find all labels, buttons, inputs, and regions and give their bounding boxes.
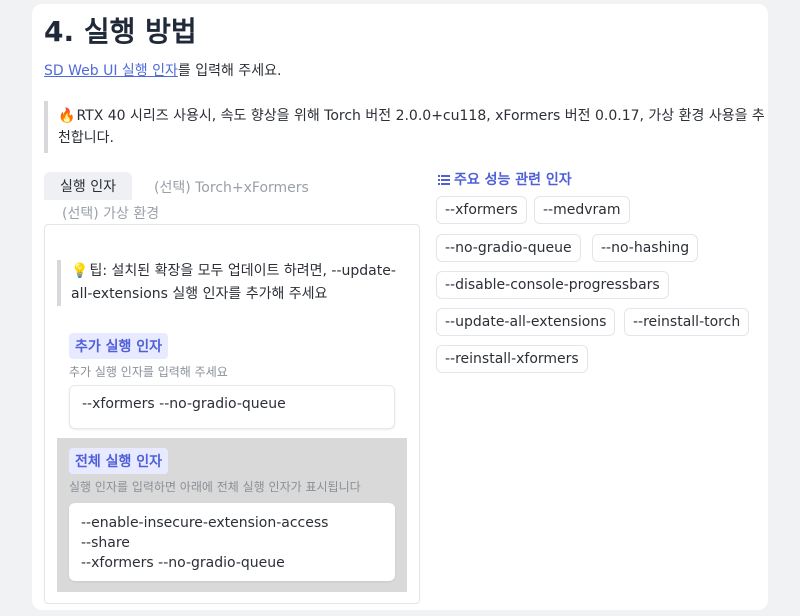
lightbulb-icon: 💡 [71, 263, 89, 279]
extra-args-hint: 추가 실행 인자를 입력해 주세요 [69, 365, 228, 379]
performance-heading: 주요 성능 관련 인자 [438, 169, 572, 189]
performance-title: 주요 성능 관련 인자 [454, 172, 572, 188]
args-link[interactable]: SD Web UI 실행 인자 [44, 63, 178, 79]
extra-args-label: 추가 실행 인자 [69, 333, 169, 359]
chip-no-gradio-queue[interactable]: --no-gradio-queue [436, 234, 581, 262]
tab-torch-xformers[interactable]: (선택) Torch+xFormers [154, 177, 309, 197]
intro-line: SD Web UI 실행 인자를 입력해 주세요. [44, 60, 281, 80]
fire-icon: 🔥 [58, 108, 76, 124]
args-panel: 💡 팁: 설치된 확장을 모두 업데이트 하려면, --update-all-e… [44, 224, 420, 604]
tip-text: 팁: 설치된 확장을 모두 업데이트 하려면, --update-all-ext… [71, 263, 396, 302]
tab-args[interactable]: 실행 인자 [44, 172, 132, 200]
tab-venv[interactable]: (선택) 가상 환경 [62, 203, 159, 223]
extra-args-group: 추가 실행 인자 추가 실행 인자를 입력해 주세요 [69, 333, 228, 380]
tip-callout: 💡 팁: 설치된 확장을 모두 업데이트 하려면, --update-all-e… [57, 260, 411, 306]
page-title: 4. 실행 방법 [44, 15, 197, 48]
chip-disable-console-progressbars[interactable]: --disable-console-progressbars [436, 271, 669, 299]
extra-args-input[interactable]: --xformers --no-gradio-queue [69, 385, 395, 429]
full-args-hint: 실행 인자를 입력하면 아래에 전체 실행 인자가 표시됩니다 [69, 480, 361, 494]
list-icon [438, 175, 450, 185]
full-args-area: 전체 실행 인자 실행 인자를 입력하면 아래에 전체 실행 인자가 표시됩니다… [57, 438, 407, 592]
chip-reinstall-torch[interactable]: --reinstall-torch [624, 308, 750, 336]
full-args-output[interactable]: --enable-insecure-extension-access --sha… [69, 503, 395, 581]
chip-xformers[interactable]: --xformers [436, 196, 527, 224]
callout-text: RTX 40 시리즈 사용시, 속도 향상을 위해 Torch 버전 2.0.0… [58, 108, 765, 146]
full-args-label: 전체 실행 인자 [69, 448, 169, 474]
chip-no-hashing[interactable]: --no-hashing [592, 234, 699, 262]
chip-medvram[interactable]: --medvram [534, 196, 630, 224]
intro-text: 를 입력해 주세요. [177, 63, 282, 79]
chip-reinstall-xformers[interactable]: --reinstall-xformers [436, 345, 588, 373]
rtx-callout: 🔥 RTX 40 시리즈 사용시, 속도 향상을 위해 Torch 버전 2.0… [44, 101, 770, 153]
chip-update-all-extensions[interactable]: --update-all-extensions [436, 308, 616, 336]
content-card: 4. 실행 방법 SD Web UI 실행 인자를 입력해 주세요. 🔥 RTX… [32, 4, 768, 610]
full-args-group: 전체 실행 인자 실행 인자를 입력하면 아래에 전체 실행 인자가 표시됩니다 [69, 448, 361, 495]
